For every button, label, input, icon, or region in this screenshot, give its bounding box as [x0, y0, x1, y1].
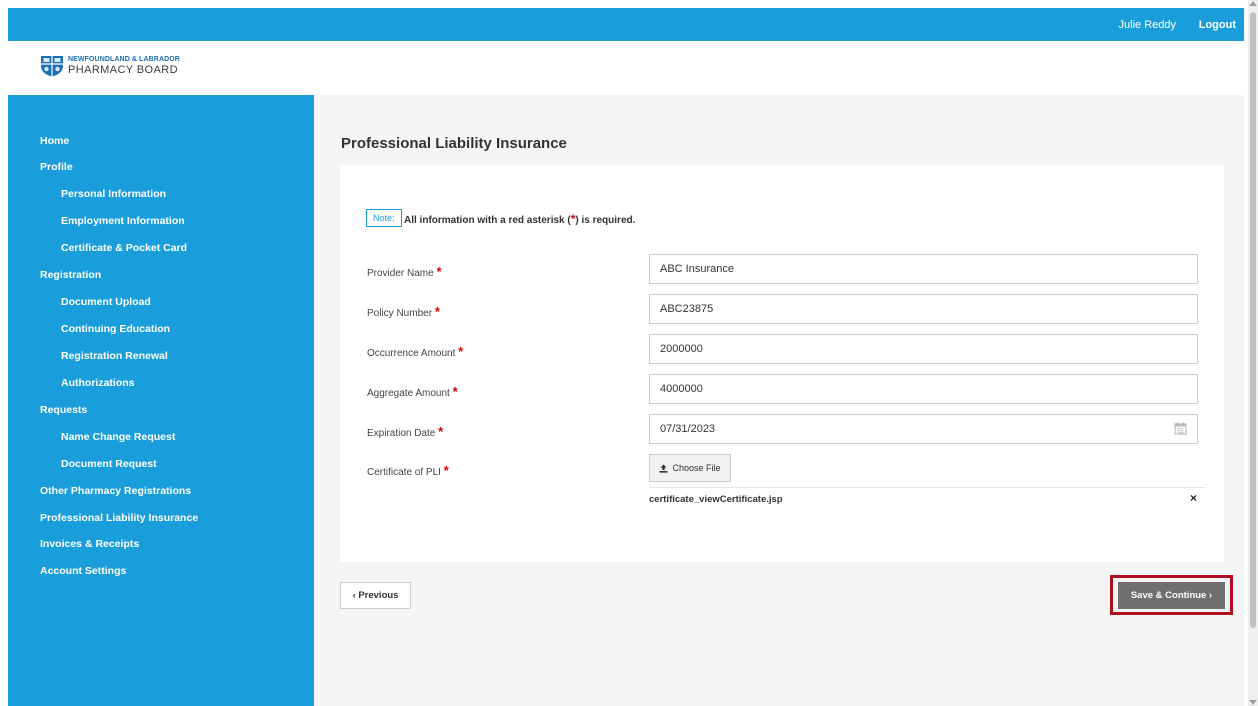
- required-asterisk: *: [436, 264, 442, 279]
- expiration-date-label: Expiration Date *: [367, 424, 444, 439]
- top-bar: Julie Reddy Logout: [8, 8, 1244, 41]
- calendar-icon[interactable]: [1174, 422, 1187, 435]
- provider-name-label: Provider Name *: [367, 264, 442, 279]
- sidebar-item-requests[interactable]: Requests: [40, 404, 87, 416]
- policy-number-input[interactable]: ABC23875: [649, 294, 1198, 324]
- app-frame: Julie Reddy Logout NEWFOUNDLAND & LABRAD…: [8, 8, 1244, 706]
- uploaded-file-name[interactable]: certificate_viewCertificate.jsp: [649, 494, 783, 505]
- scroll-down-arrow-icon[interactable]: [1249, 700, 1257, 705]
- logo-bar: NEWFOUNDLAND & LABRADOR PHARMACY BOARD: [8, 41, 1244, 95]
- remove-file-icon[interactable]: ×: [1190, 491, 1197, 505]
- previous-button[interactable]: ‹ Previous: [340, 582, 411, 609]
- occurrence-amount-label: Occurrence Amount *: [367, 344, 464, 359]
- page-title: Professional Liability Insurance: [341, 135, 567, 152]
- sidebar-item-document-request[interactable]: Document Request: [61, 458, 157, 470]
- note-text-after: ) is required.: [575, 215, 636, 226]
- main-content: Professional Liability Insurance Note: A…: [314, 95, 1244, 706]
- sidebar-item-registration-renewal[interactable]: Registration Renewal: [61, 350, 168, 362]
- required-asterisk: *: [452, 384, 458, 399]
- note-badge: Note:: [366, 209, 402, 227]
- sidebar-item-personal-information[interactable]: Personal Information: [61, 188, 166, 200]
- aggregate-amount-input[interactable]: 4000000: [649, 374, 1198, 404]
- choose-file-label: Choose File: [672, 463, 721, 473]
- sidebar-item-document-upload[interactable]: Document Upload: [61, 296, 151, 308]
- upload-icon: [659, 464, 668, 473]
- required-asterisk: *: [438, 424, 444, 439]
- sidebar-item-home[interactable]: Home: [40, 135, 69, 147]
- sidebar-item-other-pharmacy-registrations[interactable]: Other Pharmacy Registrations: [40, 485, 191, 497]
- scroll-up-arrow-icon[interactable]: [1249, 1, 1257, 6]
- required-asterisk: *: [458, 344, 464, 359]
- sidebar-item-employment-information[interactable]: Employment Information: [61, 215, 185, 227]
- sidebar-item-certificate-pocket-card[interactable]: Certificate & Pocket Card: [61, 242, 187, 254]
- uploaded-file-row: certificate_viewCertificate.jsp ×: [649, 487, 1206, 512]
- required-note: All information with a red asterisk (*) …: [404, 212, 635, 226]
- expiration-date-value: 07/31/2023: [660, 423, 716, 435]
- note-text-before: All information with a red asterisk (: [404, 215, 571, 226]
- form-card: Note: All information with a red asteris…: [340, 165, 1224, 562]
- expiration-date-input[interactable]: 07/31/2023: [649, 414, 1198, 444]
- sidebar-item-authorizations[interactable]: Authorizations: [61, 377, 135, 389]
- required-asterisk: *: [434, 304, 440, 319]
- logout-link[interactable]: Logout: [1199, 19, 1236, 31]
- user-name[interactable]: Julie Reddy: [1119, 19, 1176, 31]
- certificate-pli-label: Certificate of PLI *: [367, 463, 449, 478]
- logo-line1: NEWFOUNDLAND & LABRADOR: [68, 56, 180, 63]
- choose-file-button[interactable]: Choose File: [649, 454, 731, 482]
- sidebar-item-name-change-request[interactable]: Name Change Request: [61, 431, 175, 443]
- policy-number-label: Policy Number *: [367, 304, 440, 319]
- sidebar-item-registration[interactable]: Registration: [40, 269, 101, 281]
- occurrence-amount-input[interactable]: 2000000: [649, 334, 1198, 364]
- provider-name-input[interactable]: ABC Insurance: [649, 254, 1198, 284]
- sidebar: Home Profile Personal Information Employ…: [8, 95, 314, 706]
- aggregate-amount-label: Aggregate Amount *: [367, 384, 458, 399]
- scrollbar-thumb[interactable]: [1250, 12, 1256, 628]
- required-asterisk: *: [443, 463, 449, 478]
- sidebar-item-professional-liability-insurance[interactable]: Professional Liability Insurance: [40, 512, 198, 524]
- save-continue-button[interactable]: Save & Continue ›: [1118, 582, 1225, 609]
- sidebar-item-continuing-education[interactable]: Continuing Education: [61, 323, 170, 335]
- pharmacy-board-logo[interactable]: NEWFOUNDLAND & LABRADOR PHARMACY BOARD: [40, 55, 180, 77]
- logo-line2: PHARMACY BOARD: [68, 64, 178, 76]
- sidebar-item-invoices-receipts[interactable]: Invoices & Receipts: [40, 538, 139, 550]
- shield-logo-icon: [41, 56, 63, 77]
- sidebar-item-profile[interactable]: Profile: [40, 161, 73, 173]
- sidebar-item-account-settings[interactable]: Account Settings: [40, 565, 126, 577]
